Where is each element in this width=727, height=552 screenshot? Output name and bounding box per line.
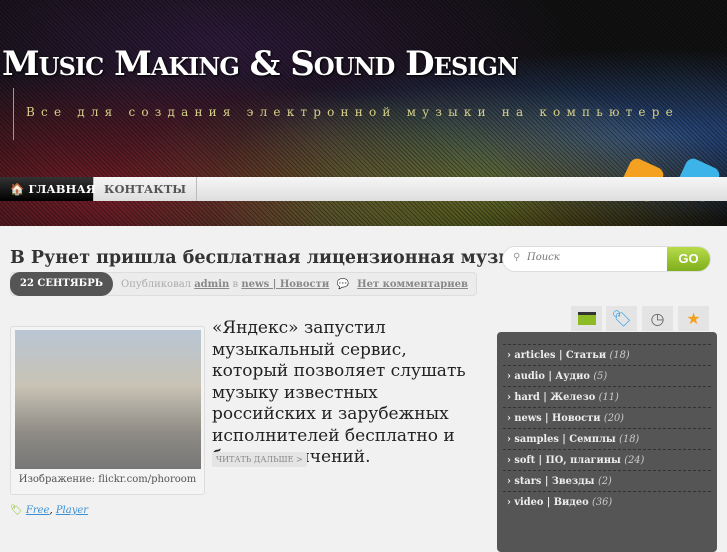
category-count: (36) [592,497,613,508]
category-count: (24) [624,455,645,466]
star-icon[interactable]: ★ [678,306,709,331]
category-item[interactable]: › audio | Аудио (5) [503,365,711,386]
category-name: samples | Семплы [514,434,616,445]
category-name: audio | Аудио [514,371,590,382]
tag-link[interactable]: Free [26,505,50,516]
category-item[interactable]: › soft | ПО, плагины (24) [503,449,711,470]
tag-icon: 🏷 [10,505,23,516]
tag-icon[interactable]: 🏷 [606,306,637,331]
category-name: articles | Статьи [514,350,607,361]
author-link[interactable]: admin [194,279,229,290]
folder-icon[interactable] [571,306,602,331]
category-name: video | Видео [514,497,589,508]
post-tags: 🏷 Free, Player [10,505,89,516]
search-go-button[interactable]: GO [667,247,710,271]
home-icon: 🏠 [10,182,25,196]
nav-item-home[interactable]: 🏠 ГЛАВНАЯ [0,177,96,201]
category-count: (18) [619,434,640,445]
tag-link[interactable]: Player [56,505,88,516]
category-item[interactable]: › stars | Звезды (2) [503,470,711,491]
category-count: (11) [598,392,619,403]
divider [13,88,14,140]
post-image-box: Изображение: flickr.com/phoroom [10,326,205,495]
category-item[interactable]: › news | Новости (20) [503,407,711,428]
comments-link[interactable]: Нет комментариев [357,279,468,290]
category-item[interactable]: › hard | Железо (11) [503,386,711,407]
read-more-button[interactable]: ЧИТАТЬ ДАЛЬШЕ > [212,452,307,467]
post-excerpt: «Яндекс» запустил музыкальный сервис, ко… [212,318,466,467]
comment-icon: 💬 [336,278,350,290]
category-link[interactable]: news | Новости [241,279,329,290]
posted-by-label: Опубликовал [121,278,192,290]
search-box: ⚲ GO [502,246,711,272]
category-count: (2) [597,476,612,487]
image-caption: Изображение: flickr.com/phoroom [18,474,197,485]
site-tagline: Все для создания электронной музыки на к… [26,105,679,119]
site-title[interactable]: Music Making & Sound Design [2,44,519,84]
search-input[interactable] [527,252,657,263]
nav-item-contacts[interactable]: КОНТАКТЫ [94,177,198,201]
categories-list: › articles | Статьи (18) › audio | Аудио … [497,332,717,552]
category-count: (5) [593,371,608,382]
category-item[interactable]: › samples | Семплы (18) [503,428,711,449]
category-item[interactable]: › articles | Статьи (18) [503,344,711,365]
post-image[interactable] [15,330,201,469]
post-date: 22 СЕНТЯБРЬ [10,272,114,296]
search-icon: ⚲ [513,252,521,263]
main-nav: 🏠 ГЛАВНАЯ КОНТАКТЫ [0,177,727,201]
category-count: (18) [609,350,630,361]
category-name: news | Новости [514,413,601,424]
category-item[interactable]: › video | Видео (36) [503,491,711,512]
category-name: soft | ПО, плагины [514,455,621,466]
category-count: (20) [603,413,625,424]
clock-icon[interactable]: ◷ [642,306,673,331]
post-meta: 22 СЕНТЯБРЬ Опубликовал admin в news | Н… [10,272,477,296]
in-label: в [232,278,239,290]
post-title[interactable]: В Рунет пришла бесплатная лицензионная м… [10,248,540,268]
category-name: stars | Звезды [514,476,595,487]
category-name: hard | Железо [514,392,596,403]
